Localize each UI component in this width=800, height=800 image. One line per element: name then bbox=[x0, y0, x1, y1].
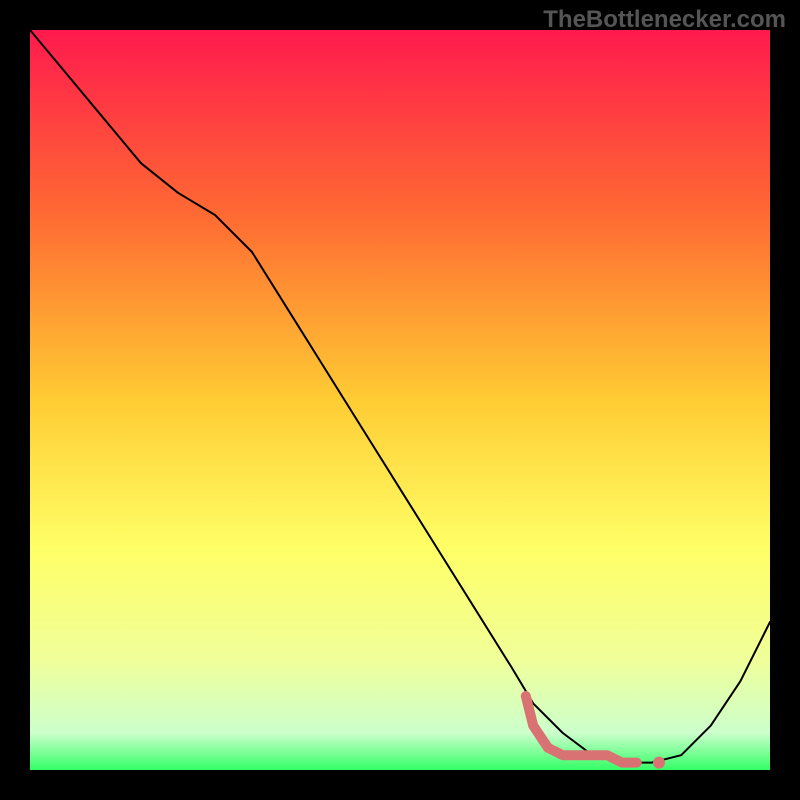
chart-background bbox=[30, 30, 770, 770]
chart-svg bbox=[30, 30, 770, 770]
series-highlight-dot-point bbox=[653, 757, 665, 769]
watermark-text: TheBottlenecker.com bbox=[543, 6, 786, 34]
chart-plot-area bbox=[30, 30, 770, 770]
